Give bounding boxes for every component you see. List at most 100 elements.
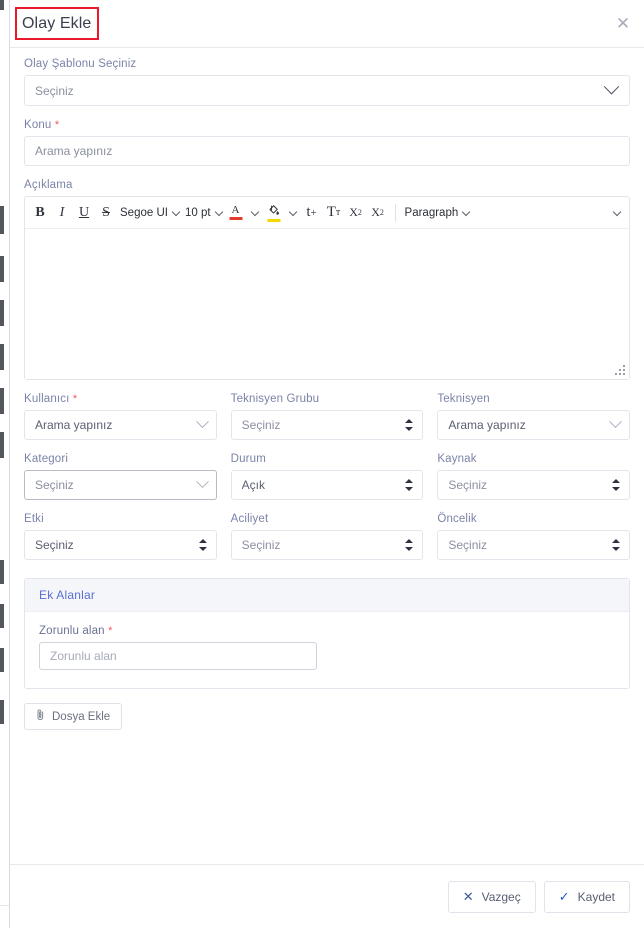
field-oncelik: Öncelik Seçiniz [437, 513, 631, 560]
extra-fields-title: Ek Alanlar [25, 579, 629, 612]
field-teknisyen-grubu: Teknisyen Grubu Seçiniz [230, 393, 424, 440]
highlight-icon [267, 204, 280, 222]
label-kullanici: Kullanıcı * [24, 393, 78, 405]
select-spinner-icon [405, 418, 414, 432]
save-button[interactable]: ✓ Kaydet [543, 880, 630, 913]
modal-body: Olay Şablonu Seçiniz Seçiniz Konu * Aram… [10, 48, 644, 864]
subscript-button[interactable]: X2 [367, 200, 389, 226]
label-aciliyet: Aciliyet [230, 513, 269, 525]
font-color-button[interactable]: A [225, 200, 247, 226]
oncelik-select[interactable]: Seçiniz [437, 530, 631, 560]
kullanici-value: Arama yapınız [35, 418, 113, 432]
label-description: Açıklama [24, 179, 73, 191]
required-asterisk: * [108, 625, 113, 637]
close-icon[interactable]: ✕ [612, 13, 634, 35]
extra-fields-panel: Ek Alanlar Zorunlu alan * Zorunlu alan [24, 578, 630, 689]
label-incident-template: Olay Şablonu Seçiniz [24, 58, 137, 70]
description-textarea[interactable] [25, 229, 629, 379]
field-description: Açıklama B I U S Segoe UI 10 pt A t + T … [24, 179, 630, 380]
add-file-label: Dosya Ekle [52, 710, 111, 723]
kategori-search-select[interactable]: Seçiniz [24, 470, 217, 500]
paint-bucket-svg [269, 204, 279, 215]
toolbar-expand-button[interactable] [609, 200, 625, 226]
attachment-row: Dosya Ekle [24, 689, 630, 730]
select-spinner-icon [612, 538, 621, 552]
editor-toolbar: B I U S Segoe UI 10 pt A t + T т X 2 X 2… [25, 197, 629, 229]
teknisyen-grubu-value: Seçiniz [241, 418, 281, 432]
kaynak-value: Seçiniz [448, 478, 488, 492]
label-teknisyen-grubu: Teknisyen Grubu [230, 393, 320, 405]
chevron-down-icon [250, 207, 259, 216]
italic-button[interactable]: I [51, 200, 73, 226]
label-teknisyen: Teknisyen [437, 393, 490, 405]
screenshot-root: Olay Ekle ✕ Olay Şablonu Seçiniz Seçiniz… [0, 0, 644, 928]
chevron-down-icon [603, 78, 620, 94]
field-etki: Etki Seçiniz [24, 513, 217, 560]
font-color-icon: A [232, 205, 240, 220]
decrease-font-size-button[interactable]: Tт [323, 200, 345, 226]
chevron-down-icon [462, 207, 471, 216]
etki-value: Seçiniz [35, 538, 74, 552]
kaynak-select[interactable]: Seçiniz [437, 470, 631, 500]
label-kaynak: Kaynak [437, 453, 477, 465]
durum-select[interactable]: Açık [230, 470, 424, 500]
teknisyen-value: Arama yapınız [448, 418, 526, 432]
chevron-down-icon [214, 207, 223, 216]
highlight-color-dropdown[interactable] [285, 200, 301, 226]
font-color-dropdown[interactable] [247, 200, 263, 226]
teknisyen-grubu-select[interactable]: Seçiniz [230, 410, 424, 440]
chevron-down-icon [171, 207, 181, 216]
teknisyen-search-select[interactable]: Arama yapınız [437, 410, 631, 440]
modal-footer: ✕ Vazgeç ✓ Kaydet [10, 864, 644, 928]
resize-handle-icon[interactable] [615, 365, 625, 375]
toolbar-divider [394, 203, 396, 222]
label-oncelik: Öncelik [437, 513, 477, 525]
subject-placeholder: Arama yapınız [35, 144, 113, 158]
select-spinner-icon [405, 538, 414, 552]
bold-button[interactable]: B [29, 200, 51, 226]
aciliyet-value: Seçiniz [241, 538, 281, 552]
required-asterisk: * [72, 393, 78, 405]
highlight-color-button[interactable] [263, 200, 285, 226]
durum-value: Açık [241, 478, 266, 492]
modal-header: Olay Ekle ✕ [10, 0, 644, 48]
font-family-select[interactable]: Segoe UI [117, 200, 182, 226]
strikethrough-button[interactable]: S [95, 200, 117, 226]
increase-font-size-button[interactable]: t + [301, 200, 323, 226]
field-row-3: Etki Seçiniz Aciliyet Seçiniz Öncelik Se… [24, 513, 631, 573]
incident-template-select[interactable]: Seçiniz [24, 75, 630, 106]
extra-fields-body: Zorunlu alan * Zorunlu alan [25, 612, 629, 688]
cancel-button[interactable]: ✕ Vazgeç [447, 880, 536, 913]
label-zorunlu-alan: Zorunlu alan * [39, 625, 113, 637]
label-subject: Konu * [24, 119, 60, 131]
add-file-button[interactable]: Dosya Ekle [24, 703, 123, 730]
field-durum: Durum Açık [230, 453, 424, 500]
chevron-down-icon [195, 415, 209, 429]
field-row-1: Kullanıcı * Arama yapınız Teknisyen Grub… [24, 393, 631, 453]
paragraph-style-select[interactable]: Paragraph [402, 200, 473, 226]
kullanici-search-select[interactable]: Arama yapınız [24, 410, 217, 440]
field-row-2: Kategori Seçiniz Durum Açık Kaynak Seçin… [24, 453, 631, 513]
paperclip-icon [36, 708, 45, 725]
zorunlu-alan-input[interactable]: Zorunlu alan [39, 642, 317, 670]
check-icon: ✓ [558, 888, 570, 904]
subject-input[interactable]: Arama yapınız [24, 136, 630, 166]
kategori-value: Seçiniz [35, 478, 74, 492]
underline-button[interactable]: U [73, 200, 95, 226]
superscript-button[interactable]: X2 [345, 200, 367, 226]
save-label: Kaydet [577, 889, 615, 904]
background-page-sliver [0, 0, 9, 928]
add-incident-modal: Olay Ekle ✕ Olay Şablonu Seçiniz Seçiniz… [9, 0, 644, 928]
select-spinner-icon [405, 478, 414, 492]
select-spinner-icon [612, 478, 621, 492]
label-kategori: Kategori [24, 453, 69, 465]
aciliyet-select[interactable]: Seçiniz [230, 530, 424, 560]
oncelik-value: Seçiniz [448, 538, 488, 552]
field-subject: Konu * Arama yapınız [24, 119, 630, 166]
close-icon: ✕ [462, 888, 474, 904]
chevron-down-icon [612, 207, 622, 217]
rich-text-editor: B I U S Segoe UI 10 pt A t + T т X 2 X 2… [24, 196, 630, 380]
etki-select[interactable]: Seçiniz [24, 530, 217, 560]
field-kategori: Kategori Seçiniz [24, 453, 217, 500]
font-size-select[interactable]: 10 pt [182, 200, 225, 226]
